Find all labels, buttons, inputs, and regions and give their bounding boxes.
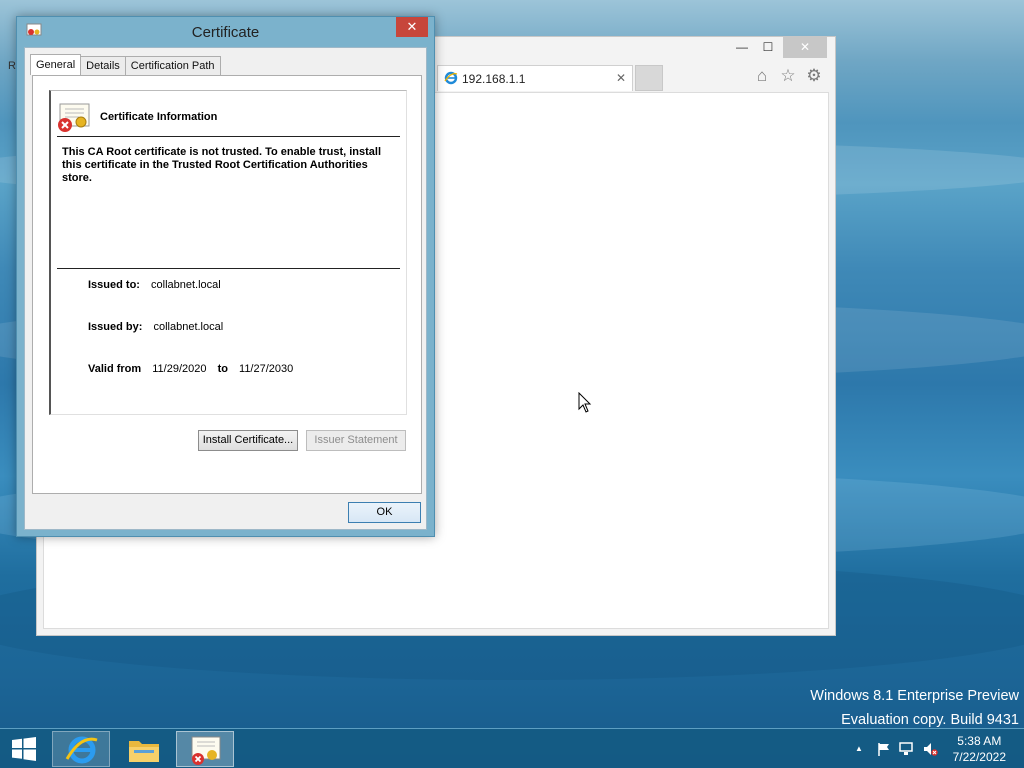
windows-start-icon[interactable] <box>10 737 38 761</box>
new-tab-button[interactable] <box>635 65 663 91</box>
settings-gear-icon[interactable]: ⚙ <box>805 67 823 85</box>
valid-from-label: Valid from <box>88 363 142 375</box>
general-tab-panel: Certificate Information This CA Root cer… <box>32 75 422 494</box>
browser-toolbar: ⌂ ☆ ⚙ <box>753 67 823 85</box>
install-certificate-button[interactable]: Install Certificate... <box>198 430 298 451</box>
home-icon[interactable]: ⌂ <box>753 67 771 85</box>
watermark-edition: Windows 8.1 Enterprise Preview <box>810 688 1019 704</box>
system-tray: ▲ 5:38 AM 7/22/2022 <box>844 729 1024 768</box>
clock-date: 7/22/2022 <box>952 750 1006 764</box>
internet-explorer-icon <box>65 736 98 764</box>
browser-tab[interactable]: 192.168.1.1 ✕ <box>437 65 633 91</box>
minimize-button[interactable]: — <box>729 37 755 58</box>
dialog-close-button[interactable]: ✕ <box>396 17 428 37</box>
clock[interactable]: 5:38 AM 7/22/2022 <box>953 733 1006 765</box>
issued-by-label: Issued by: <box>88 321 143 333</box>
tab-close-icon[interactable]: ✕ <box>616 71 626 85</box>
taskbar-file-explorer[interactable] <box>114 731 172 767</box>
issued-to-label: Issued to: <box>88 279 140 291</box>
certificate-warning-icon <box>58 103 90 132</box>
dialog-body: General Details Certification Path Certi… <box>24 47 427 530</box>
issued-to-row: Issued to: collabnet.local <box>88 279 221 291</box>
certificate-info-box: Certificate Information This CA Root cer… <box>49 90 407 415</box>
tab-details[interactable]: Details <box>80 56 126 75</box>
favorites-star-icon[interactable]: ☆ <box>779 67 797 85</box>
divider <box>57 136 400 137</box>
taskbar-internet-explorer[interactable] <box>52 731 110 767</box>
tab-title: 192.168.1.1 <box>462 72 526 86</box>
certificate-dialog: Certificate ✕ General Details Certificat… <box>16 16 435 537</box>
network-icon[interactable] <box>898 741 914 757</box>
taskbar-certificate[interactable] <box>176 731 234 767</box>
taskbar: ▲ 5:38 AM 7/22/2022 <box>0 728 1024 768</box>
validity-row: Valid from 11/29/2020 to 11/27/2030 <box>88 363 293 375</box>
close-button[interactable]: ✕ <box>783 37 827 58</box>
mouse-cursor-icon <box>578 392 592 413</box>
dialog-tabs: General Details Certification Path <box>30 54 221 75</box>
dialog-title: Certificate <box>191 24 260 41</box>
issuer-statement-button: Issuer Statement <box>306 430 406 451</box>
issued-to-value: collabnet.local <box>151 279 221 291</box>
issued-by-value: collabnet.local <box>153 321 224 333</box>
divider <box>57 268 400 269</box>
valid-to-label: to <box>217 363 228 375</box>
tab-certification-path[interactable]: Certification Path <box>124 56 221 75</box>
issued-by-row: Issued by: collabnet.local <box>88 321 223 333</box>
valid-to-value: 11/27/2030 <box>239 363 294 375</box>
maximize-button[interactable]: ☐ <box>755 37 781 58</box>
info-heading: Certificate Information <box>100 111 218 123</box>
clock-time: 5:38 AM <box>957 734 1002 748</box>
valid-from-value: 11/29/2020 <box>152 363 207 375</box>
ok-button[interactable]: OK <box>348 502 421 523</box>
windows-watermark: Windows 8.1 Enterprise Preview Evaluatio… <box>810 684 1019 732</box>
show-hidden-icons-button[interactable]: ▲ <box>851 741 867 757</box>
tab-general[interactable]: General <box>30 54 82 75</box>
ie-icon <box>444 71 458 85</box>
certificate-icon <box>191 736 221 765</box>
action-center-flag-icon[interactable] <box>876 741 892 757</box>
trust-warning: This CA Root certificate is not trusted.… <box>62 146 382 184</box>
volume-muted-icon[interactable] <box>922 741 938 757</box>
background-text: R <box>8 60 16 72</box>
folder-icon <box>129 741 159 762</box>
